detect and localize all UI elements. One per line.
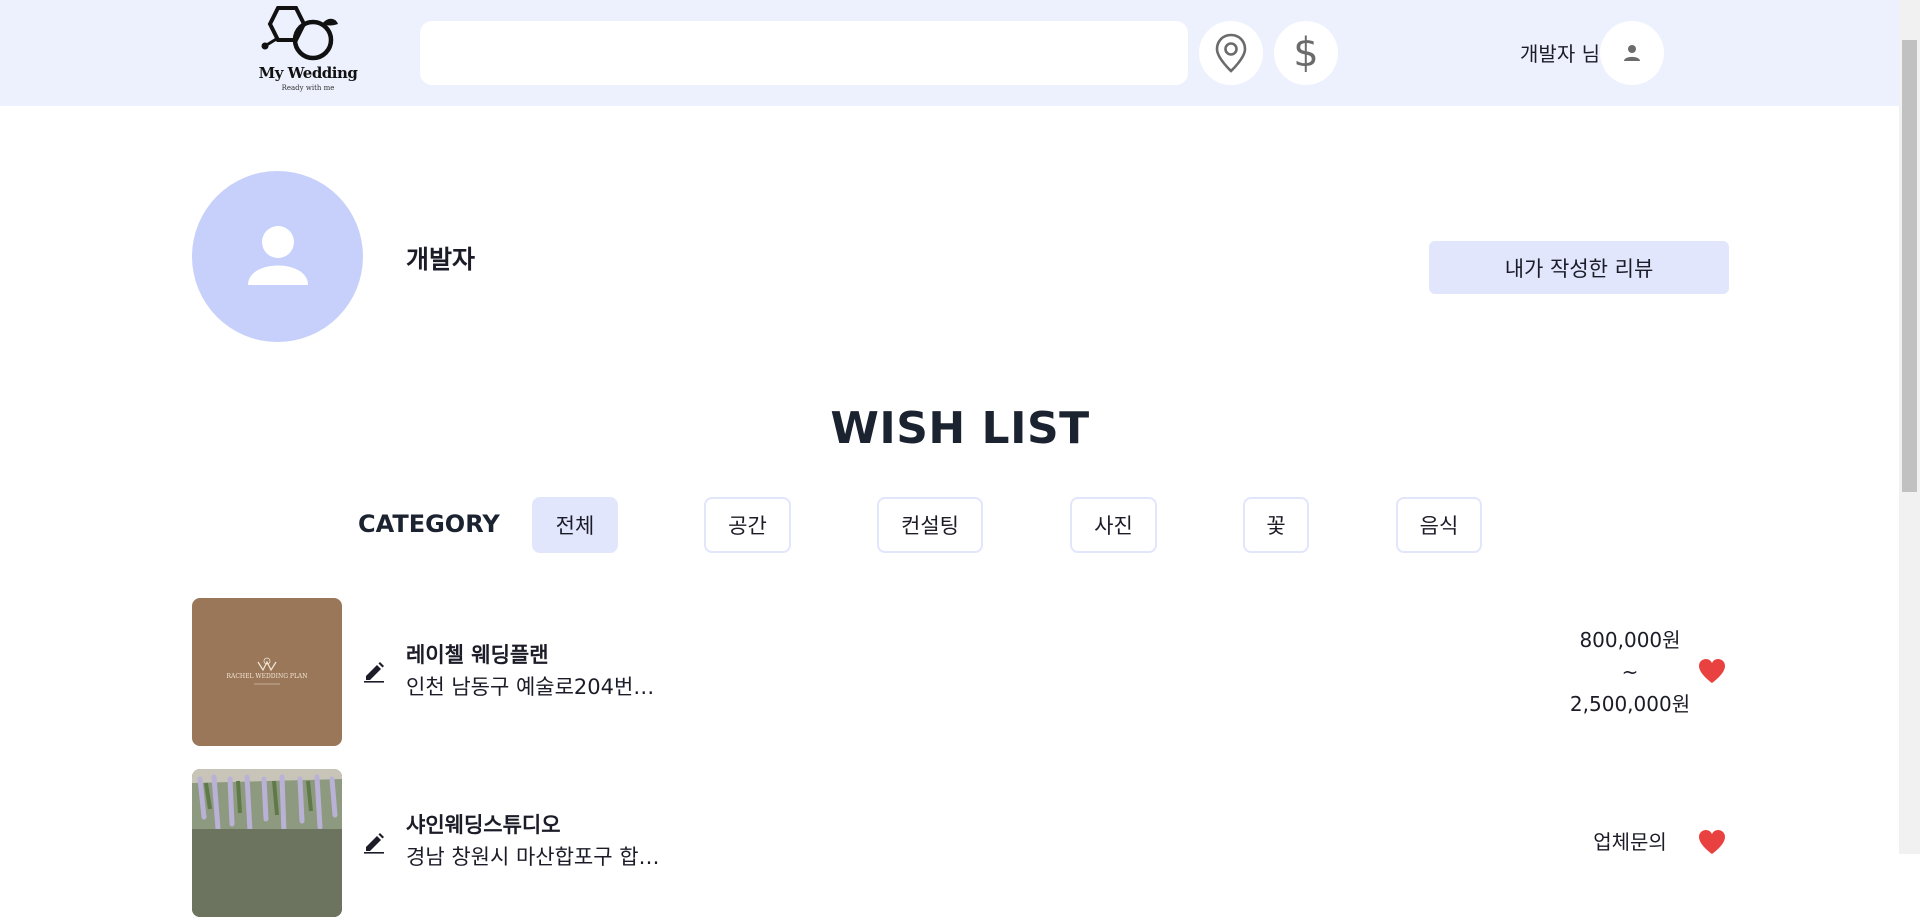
edit-icon[interactable] — [362, 831, 386, 855]
vendor-address: 인천 남동구 예술로204번… — [406, 675, 655, 699]
heart-icon[interactable] — [1698, 829, 1726, 855]
price-min: 800,000원 — [1579, 628, 1681, 652]
site-logo[interactable]: My Wedding Ready with me — [258, 6, 358, 96]
category-flower-button[interactable]: 꽃 — [1243, 497, 1309, 553]
dollar-icon: $ — [1293, 30, 1319, 76]
profile-name: 개발자 — [406, 245, 476, 274]
profile-avatar — [192, 171, 363, 342]
location-filter-button[interactable] — [1199, 21, 1263, 85]
page-scrollbar[interactable] — [1899, 0, 1920, 854]
category-all-button[interactable]: 전체 — [532, 497, 618, 553]
price-separator: ~ — [1621, 660, 1639, 684]
heart-icon[interactable] — [1698, 658, 1726, 684]
logo-title: My Wedding — [258, 64, 358, 82]
my-reviews-button[interactable]: 내가 작성한 리뷰 — [1429, 241, 1729, 294]
user-greeting: 개발자 님 — [1520, 42, 1600, 66]
studio-photo-image — [192, 769, 342, 917]
person-icon — [1624, 45, 1640, 61]
category-consulting-button[interactable]: 컨설팅 — [877, 497, 983, 553]
vendor-image[interactable]: RACHEL WEDDING PLAN — [192, 598, 342, 746]
rings-icon — [261, 6, 338, 61]
price-inquiry: 업체문의 — [1593, 830, 1667, 854]
vendor-price: 업체문의 — [1560, 826, 1700, 858]
user-menu-button[interactable] — [1600, 21, 1664, 85]
svg-text:RACHEL WEDDING PLAN: RACHEL WEDDING PLAN — [226, 673, 307, 680]
person-icon — [248, 226, 308, 285]
category-food-button[interactable]: 음식 — [1396, 497, 1482, 553]
category-label: CATEGORY — [358, 510, 500, 538]
category-photo-button[interactable]: 사진 — [1070, 497, 1157, 553]
vendor-name[interactable]: 레이첼 웨딩플랜 — [406, 639, 549, 669]
vendor-image[interactable] — [192, 769, 342, 917]
price-max: 2,500,000원 — [1569, 692, 1691, 716]
vendor-address: 경남 창원시 마산합포구 합… — [406, 845, 660, 869]
wishlist-title: WISH LIST — [830, 403, 1090, 454]
vendor-logo-image: RACHEL WEDDING PLAN — [226, 657, 308, 685]
price-filter-button[interactable]: $ — [1274, 21, 1338, 85]
vendor-name[interactable]: 샤인웨딩스튜디오 — [406, 809, 561, 839]
vendor-price: 800,000원 ~ 2,500,000원 — [1560, 624, 1700, 720]
scrollbar-thumb[interactable] — [1902, 40, 1917, 492]
search-input[interactable] — [420, 21, 1188, 85]
category-space-button[interactable]: 공간 — [704, 497, 791, 553]
edit-icon[interactable] — [362, 660, 386, 684]
map-pin-icon — [1215, 33, 1247, 73]
top-header: My Wedding Ready with me $ 개발자 님 — [0, 0, 1920, 106]
logo-subtitle: Ready with me — [281, 84, 335, 92]
